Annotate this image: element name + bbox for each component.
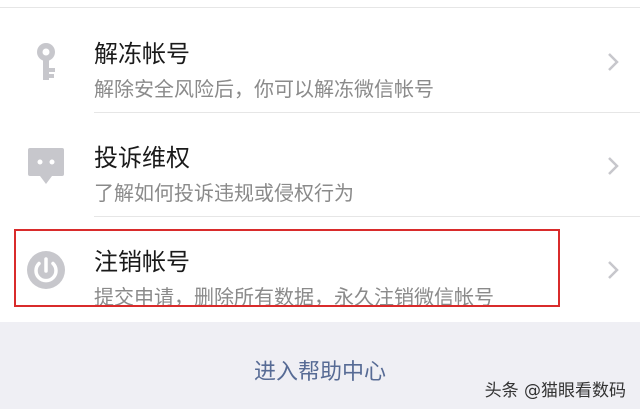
list-item-complaint[interactable]: 投诉维权 了解如何投诉违规或侵权行为 [0, 112, 640, 216]
footer: 进入帮助中心 头条 @猫眼看数码 [0, 322, 640, 409]
item-description: 解除安全风险后，你可以解冻微信帐号 [94, 77, 434, 101]
settings-list: 解冻帐号 解除安全风险后，你可以解冻微信帐号 投诉维权 了解如何投诉违规或侵权行… [0, 0, 640, 322]
item-description: 提交申请，删除所有数据，永久注销微信帐号 [94, 285, 494, 309]
key-icon [24, 40, 68, 84]
power-icon [24, 248, 68, 292]
item-title: 投诉维权 [94, 144, 190, 172]
list-item-cancel-account[interactable]: 注销帐号 提交申请，删除所有数据，永久注销微信帐号 [0, 216, 640, 320]
item-title: 解冻帐号 [94, 40, 190, 68]
watermark-text: 头条 @猫眼看数码 [484, 381, 626, 401]
chevron-right-icon [606, 51, 620, 73]
chevron-right-icon [606, 259, 620, 281]
item-description: 了解如何投诉违规或侵权行为 [94, 181, 354, 205]
item-title: 注销帐号 [94, 248, 190, 276]
chat-bubble-icon [24, 144, 68, 188]
chevron-right-icon [606, 155, 620, 177]
list-item-unfreeze-account[interactable]: 解冻帐号 解除安全风险后，你可以解冻微信帐号 [0, 8, 640, 112]
